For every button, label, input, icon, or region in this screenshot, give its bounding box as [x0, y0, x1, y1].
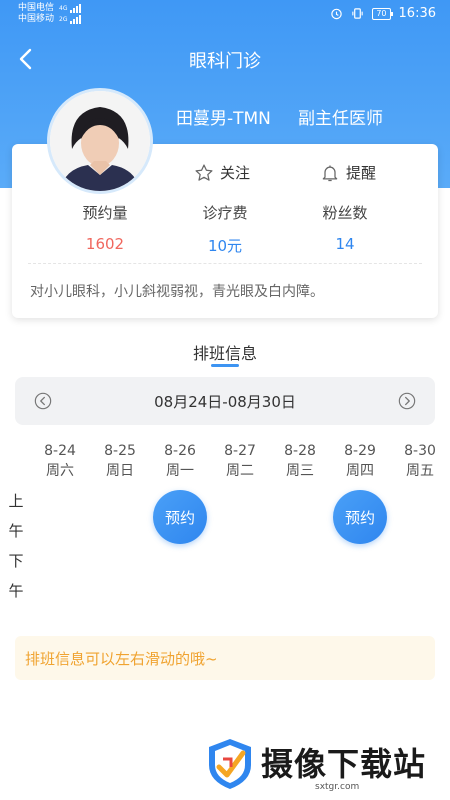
signal-icon: [70, 15, 82, 24]
day-weekday: 周一: [166, 463, 194, 479]
vibrate-icon: [352, 8, 364, 19]
day-weekday: 周二: [226, 463, 254, 479]
stat-appointments-label: 预约量: [82, 204, 128, 222]
day-weekday: 周三: [286, 463, 314, 479]
day-date: 8-28: [284, 443, 316, 459]
page-title: 眼科门诊: [189, 51, 261, 72]
afternoon-label: 下 午: [8, 552, 24, 600]
day-date: 8-25: [104, 443, 136, 459]
week-selector: 08月24日-08月30日: [15, 377, 435, 425]
battery-icon: 70: [372, 7, 393, 20]
navigation-bar: 眼科门诊: [0, 40, 450, 80]
day-column: 8-26 周一: [160, 441, 200, 481]
signal-icon: [70, 4, 82, 13]
clock: 16:36: [398, 6, 436, 21]
day-weekday: 周六: [46, 463, 74, 479]
doctor-avatar: [47, 88, 153, 194]
day-weekday: 周五: [406, 463, 434, 479]
swipe-tip: 排班信息可以左右滑动的哦~: [15, 636, 435, 680]
follow-button[interactable]: 关注: [194, 162, 250, 183]
schedule-section-title: 排班信息: [192, 344, 257, 363]
carrier-2: 中国移动: [18, 14, 55, 24]
carrier-1-network: 4G: [59, 5, 68, 12]
stat-fans-value: 14: [335, 235, 355, 253]
watermark: 摄像下载站 sxtgr.com: [205, 735, 445, 797]
carrier-info: 中国电信 4G 中国移动 2G: [18, 3, 82, 25]
alarm-icon: [331, 8, 343, 20]
day-column: 8-27 周二: [220, 441, 260, 481]
morning-label: 上 午: [8, 492, 24, 540]
carrier-2-network: 2G: [59, 16, 68, 23]
day-column: 8-25 周日: [100, 441, 140, 481]
day-date: 8-30: [404, 443, 436, 459]
doctor-name: 田蔓男-TMN: [176, 109, 271, 129]
next-week-button[interactable]: [398, 392, 416, 410]
remind-label: 提醒: [346, 164, 377, 182]
watermark-url: sxtgr.com: [315, 782, 360, 792]
doctor-description: 对小儿眼科，小儿斜视弱视，青光眼及白内障。: [30, 284, 324, 300]
doctor-title: 副主任医师: [298, 109, 383, 129]
watermark-text: 摄像下载站: [261, 745, 427, 783]
bell-icon: [322, 165, 338, 181]
day-column: 8-29 周四: [340, 441, 380, 481]
day-column: 8-28 周三: [280, 441, 320, 481]
divider: [28, 263, 422, 264]
star-icon: [195, 163, 213, 181]
section-underline: [211, 364, 239, 367]
day-date: 8-24: [44, 443, 76, 459]
remind-button[interactable]: 提醒: [320, 162, 376, 183]
stat-fee-value: 10元: [207, 237, 243, 255]
day-date: 8-29: [344, 443, 376, 459]
day-date: 8-26: [164, 443, 196, 459]
carrier-1: 中国电信: [18, 3, 55, 13]
book-button-mon-morning[interactable]: 预约: [153, 490, 207, 544]
day-weekday: 周四: [346, 463, 374, 479]
day-date: 8-27: [224, 443, 256, 459]
day-weekday: 周日: [106, 463, 134, 479]
stat-fans-label: 粉丝数: [322, 204, 368, 222]
day-column: 8-24 周六: [40, 441, 80, 481]
status-bar: 中国电信 4G 中国移动 2G 70 16:36: [0, 0, 450, 30]
stat-fee-label: 诊疗费: [202, 204, 248, 222]
follow-label: 关注: [220, 164, 251, 182]
stat-appointments-value: 1602: [85, 235, 125, 253]
watermark-logo-icon: [209, 739, 251, 789]
book-button-thu-morning[interactable]: 预约: [333, 490, 387, 544]
day-column: 8-30 周五: [400, 441, 440, 481]
week-range: 08月24日-08月30日: [154, 393, 296, 411]
